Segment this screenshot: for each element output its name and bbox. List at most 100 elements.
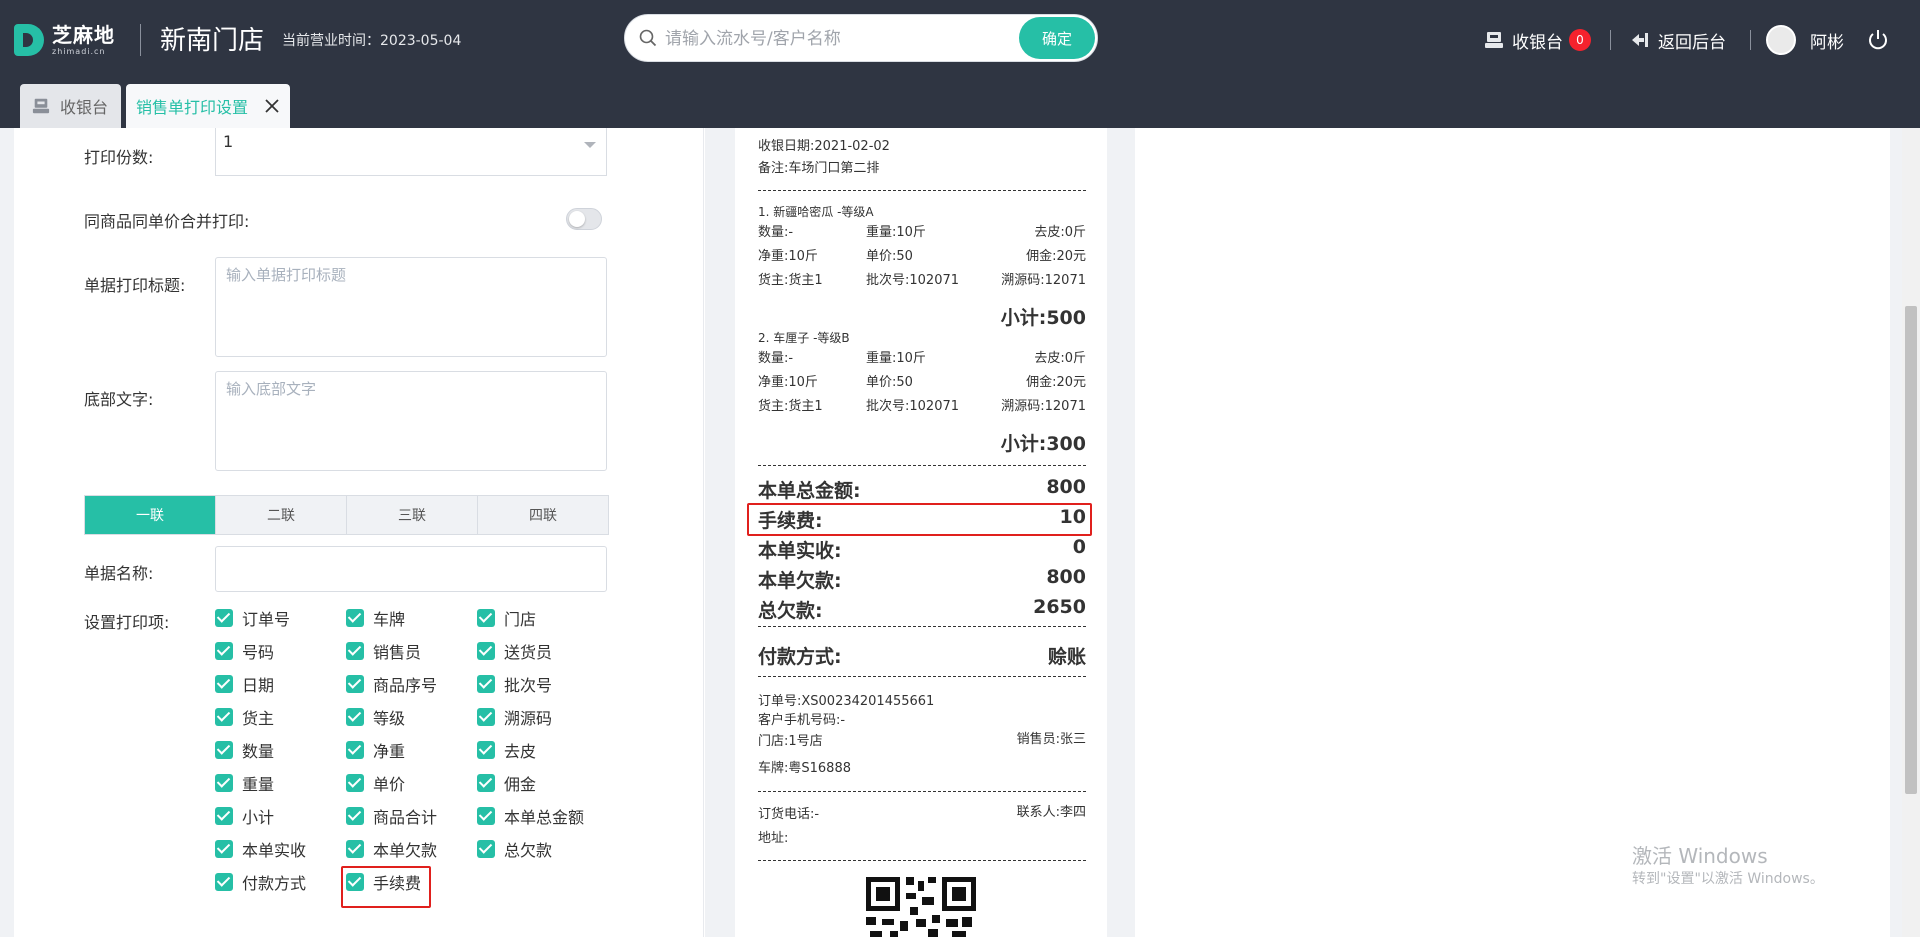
logo-mark-icon bbox=[14, 24, 44, 56]
tab-cashier[interactable]: 收银台 bbox=[20, 84, 121, 128]
checkbox-goods-total[interactable]: 商品合计 bbox=[346, 804, 437, 828]
checkbox-checked-icon bbox=[477, 642, 495, 660]
user-menu[interactable]: 阿彬 bbox=[1766, 25, 1844, 55]
total-value: 800 bbox=[1046, 566, 1086, 588]
copy-tabs: 一联 二联 三联 四联 bbox=[84, 495, 609, 535]
receipt-cell: 去皮:0斤 bbox=[1034, 225, 1086, 240]
checkbox-checked-icon bbox=[477, 708, 495, 726]
checkbox-total-owed[interactable]: 总欠款 bbox=[477, 837, 552, 861]
checkbox-order-total[interactable]: 本单总金额 bbox=[477, 804, 584, 828]
tab-label: 收银台 bbox=[60, 98, 109, 117]
copy-tab-2[interactable]: 二联 bbox=[216, 496, 347, 534]
footer-text-textarea[interactable] bbox=[215, 371, 607, 471]
checkbox-owner[interactable]: 货主 bbox=[215, 705, 274, 729]
cashier-link[interactable]: 收银台 0 bbox=[1484, 26, 1591, 54]
receipt-cell: 溯源码:12071 bbox=[1001, 273, 1086, 288]
checkbox-received[interactable]: 本单实收 bbox=[215, 837, 306, 861]
receipt-cell: 去皮:0斤 bbox=[1034, 351, 1086, 366]
checkbox-tare[interactable]: 去皮 bbox=[477, 738, 536, 762]
checkbox-commission[interactable]: 佣金 bbox=[477, 771, 536, 795]
checkbox-checked-icon bbox=[215, 774, 233, 792]
search-icon bbox=[639, 29, 657, 47]
checkbox-plate[interactable]: 车牌 bbox=[346, 606, 405, 630]
copies-label: 打印份数: bbox=[84, 148, 154, 167]
search-input[interactable] bbox=[665, 25, 985, 53]
print-items-label: 设置打印项: bbox=[84, 613, 170, 632]
user-name: 阿彬 bbox=[1810, 32, 1844, 53]
checkbox-date[interactable]: 日期 bbox=[215, 672, 274, 696]
receipt-item-title: 1. 新疆哈密瓜 -等级A bbox=[758, 205, 874, 219]
checkbox-payment-method[interactable]: 付款方式 bbox=[215, 870, 306, 894]
receipt-cell: 数量:- bbox=[758, 225, 794, 240]
divider bbox=[758, 676, 1086, 677]
checkbox-trace[interactable]: 溯源码 bbox=[477, 705, 552, 729]
checkbox-owed[interactable]: 本单欠款 bbox=[346, 837, 437, 861]
total-label: 总欠款: bbox=[758, 600, 823, 622]
receipt-cell: 重量:10斤 bbox=[866, 351, 926, 366]
logo-subtext: zhimadi.cn bbox=[52, 46, 106, 56]
activation-watermark: 激活 Windows bbox=[1632, 844, 1768, 868]
checkbox-item-seq[interactable]: 商品序号 bbox=[346, 672, 437, 696]
copy-tab-4[interactable]: 四联 bbox=[478, 496, 608, 534]
checkbox-order-no[interactable]: 订单号 bbox=[215, 606, 290, 630]
scrollbar-thumb[interactable] bbox=[1905, 306, 1917, 794]
receipt-cell: 单价:50 bbox=[866, 375, 913, 390]
checkbox-checked-icon bbox=[215, 741, 233, 759]
receipt-subtotal: 小计:500 bbox=[1000, 307, 1086, 329]
copies-select[interactable]: 1 bbox=[215, 128, 607, 176]
print-title-textarea[interactable] bbox=[215, 257, 607, 357]
chevron-down-icon bbox=[584, 142, 596, 148]
checkbox-delivery[interactable]: 送货员 bbox=[477, 639, 552, 663]
checkbox-checked-icon bbox=[346, 807, 364, 825]
receipt-cell: 货主:货主1 bbox=[758, 273, 823, 288]
total-value: 2650 bbox=[1033, 596, 1086, 618]
cashier-badge: 0 bbox=[1569, 29, 1591, 51]
receipt-cell: 批次号:102071 bbox=[866, 399, 960, 414]
business-time: 当前营业时间：2023-05-04 bbox=[282, 33, 462, 49]
copy-tab-1[interactable]: 一联 bbox=[85, 496, 216, 534]
footer-label: 底部文字: bbox=[84, 390, 154, 409]
checkbox-price[interactable]: 单价 bbox=[346, 771, 405, 795]
checkbox-checked-icon bbox=[346, 741, 364, 759]
checkbox-checked-icon bbox=[215, 708, 233, 726]
logo[interactable]: 芝麻地 zhimadi.cn bbox=[14, 24, 115, 56]
checkbox-store[interactable]: 门店 bbox=[477, 606, 536, 630]
order-phone: 订货电话:- bbox=[758, 807, 820, 822]
close-icon[interactable] bbox=[262, 96, 282, 116]
checkbox-checked-icon bbox=[477, 774, 495, 792]
search-confirm-button[interactable]: 确定 bbox=[1019, 17, 1095, 59]
back-to-admin-link[interactable]: 返回后台 bbox=[1630, 26, 1726, 54]
checkbox-checked-icon bbox=[346, 840, 364, 858]
checkbox-net[interactable]: 净重 bbox=[346, 738, 405, 762]
customer-phone: 客户手机号码:- bbox=[758, 713, 846, 728]
copy-tab-3[interactable]: 三联 bbox=[347, 496, 478, 534]
receipt-remark: 备注:车场门口第二排 bbox=[758, 161, 880, 176]
back-icon bbox=[1632, 33, 1648, 47]
qr-code-icon bbox=[866, 877, 976, 937]
payment-label: 付款方式: bbox=[758, 646, 842, 668]
receipt-cell: 净重:10斤 bbox=[758, 375, 818, 390]
divider bbox=[758, 626, 1086, 627]
checkbox-number[interactable]: 号码 bbox=[215, 639, 274, 663]
tab-print-settings[interactable]: 销售单打印设置 bbox=[126, 84, 290, 128]
receipt-cell: 溯源码:12071 bbox=[1001, 399, 1086, 414]
merge-toggle[interactable] bbox=[566, 208, 602, 230]
divider bbox=[758, 860, 1086, 861]
header-divider bbox=[140, 24, 141, 56]
highlight-box bbox=[747, 503, 1092, 536]
checkbox-batch[interactable]: 批次号 bbox=[477, 672, 552, 696]
total-value: 0 bbox=[1072, 536, 1086, 558]
checkbox-checked-icon bbox=[346, 708, 364, 726]
receipt-date: 收银日期:2021-02-02 bbox=[758, 139, 890, 154]
checkbox-checked-icon bbox=[215, 807, 233, 825]
doc-name-input[interactable] bbox=[215, 546, 607, 592]
checkbox-qty[interactable]: 数量 bbox=[215, 738, 274, 762]
checkbox-grade[interactable]: 等级 bbox=[346, 705, 405, 729]
checkbox-subtotal[interactable]: 小计 bbox=[215, 804, 274, 828]
checkbox-weight[interactable]: 重量 bbox=[215, 771, 274, 795]
checkbox-salesperson[interactable]: 销售员 bbox=[346, 639, 421, 663]
doc-name-label: 单据名称: bbox=[84, 564, 154, 583]
power-icon[interactable] bbox=[1864, 26, 1892, 54]
divider bbox=[758, 465, 1086, 466]
receipt-cell: 货主:货主1 bbox=[758, 399, 823, 414]
